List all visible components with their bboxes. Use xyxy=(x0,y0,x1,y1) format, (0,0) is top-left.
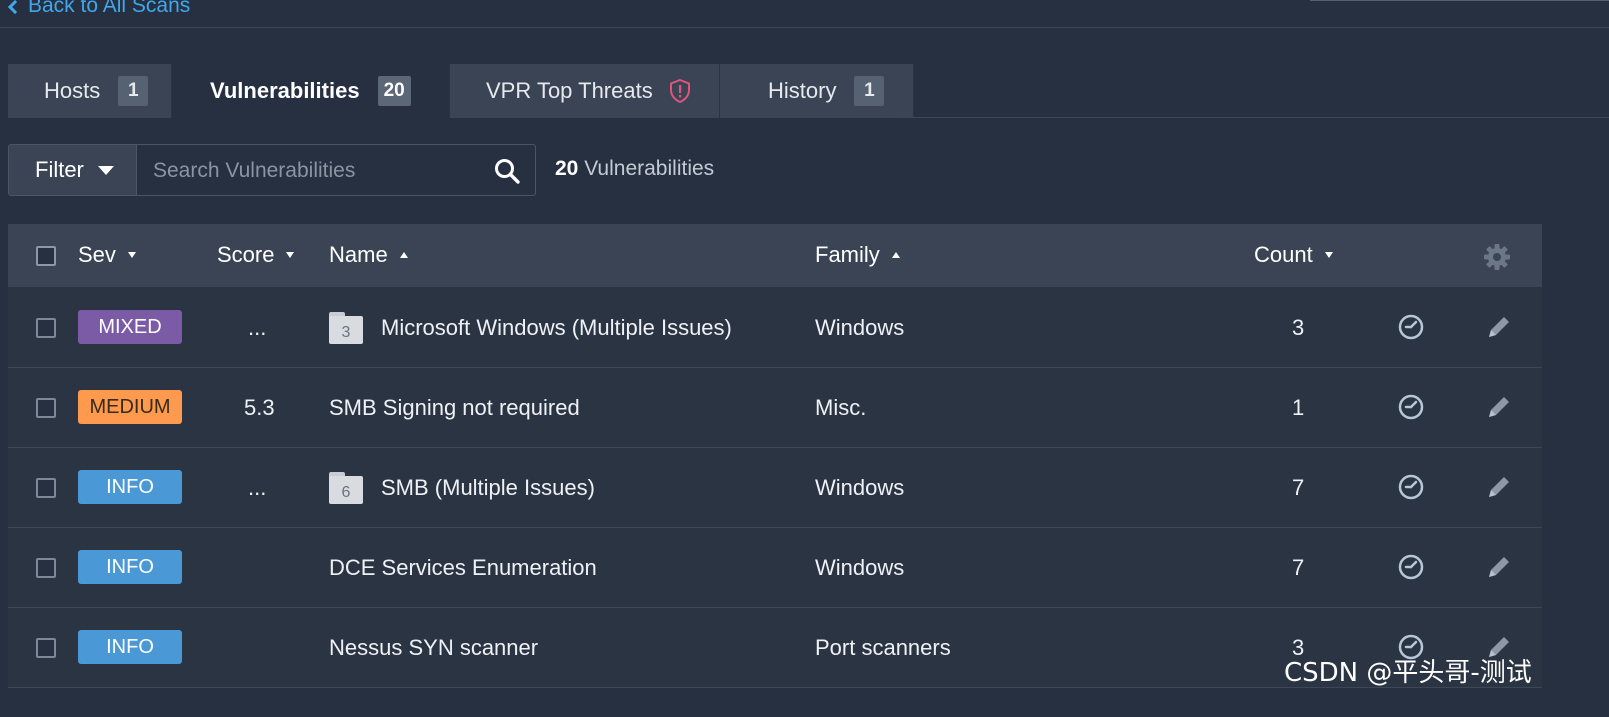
edit-pencil-icon[interactable] xyxy=(1484,392,1514,422)
tab-vulnerabilities[interactable]: Vulnerabilities 20 xyxy=(172,64,450,118)
search-icon[interactable] xyxy=(493,157,521,185)
severity-badge: MIXED xyxy=(78,310,182,344)
tab-label: Vulnerabilities xyxy=(210,78,360,103)
tab-vpr-top-threats[interactable]: VPR Top Threats xyxy=(450,64,720,118)
tab-history[interactable]: History 1 xyxy=(720,64,914,118)
column-label: Name xyxy=(329,242,388,267)
snooze-clock-icon[interactable] xyxy=(1396,312,1426,342)
vulnerability-name: Nessus SYN scanner xyxy=(329,634,539,660)
column-label: Count xyxy=(1254,242,1313,267)
score-cell: 5.3 xyxy=(244,394,275,420)
name-cell: 6 SMB (Multiple Issues) xyxy=(329,448,595,527)
vulnerability-name: SMB Signing not required xyxy=(329,394,580,420)
chevron-left-icon xyxy=(7,0,23,15)
folder-icon: 6 xyxy=(329,471,363,504)
tab-hosts[interactable]: Hosts 1 xyxy=(8,64,172,118)
back-to-scans-link[interactable]: Back to All Scans xyxy=(7,0,191,18)
divider xyxy=(1310,0,1609,1)
name-cell: Nessus SYN scanner xyxy=(329,608,538,687)
count-cell: 1 xyxy=(1292,394,1305,420)
sort-desc-icon xyxy=(1324,252,1333,258)
vulnerability-name: DCE Services Enumeration xyxy=(329,554,597,580)
count-cell: 7 xyxy=(1292,554,1305,580)
family-cell: Windows xyxy=(815,314,905,340)
score-cell: ... xyxy=(248,314,267,340)
edit-pencil-icon[interactable] xyxy=(1484,552,1514,582)
row-checkbox[interactable] xyxy=(36,318,56,338)
result-count-label: Vulnerabilities xyxy=(584,157,715,180)
edit-pencil-icon[interactable] xyxy=(1484,472,1514,502)
tab-label: History xyxy=(768,78,837,103)
vulnerabilities-table: Sev Score Name Family Count MIXED ... 3 … xyxy=(8,224,1542,717)
tab-count-badge: 1 xyxy=(854,76,885,106)
table-row[interactable]: MIXED ... 3 Microsoft Windows (Multiple … xyxy=(8,288,1542,368)
filter-label: Filter xyxy=(35,157,84,182)
row-checkbox[interactable] xyxy=(36,398,56,418)
table-row[interactable]: INFO ... 6 SMB (Multiple Issues) Windows… xyxy=(8,448,1542,528)
count-cell: 3 xyxy=(1292,314,1305,340)
snooze-clock-icon[interactable] xyxy=(1396,552,1426,582)
group-count: 6 xyxy=(329,475,363,504)
name-cell: 3 Microsoft Windows (Multiple Issues) xyxy=(329,288,732,367)
top-bar: Back to All Scans xyxy=(0,0,1609,28)
edit-pencil-icon[interactable] xyxy=(1484,312,1514,342)
shield-alert-icon xyxy=(669,79,690,103)
severity-badge: MEDIUM xyxy=(78,390,182,424)
results-tabs: Hosts 1 Vulnerabilities 20 VPR Top Threa… xyxy=(8,64,914,118)
vulnerability-name: Microsoft Windows (Multiple Issues) xyxy=(381,314,732,340)
family-cell: Windows xyxy=(815,554,905,580)
row-checkbox[interactable] xyxy=(36,638,56,658)
column-header-sev[interactable]: Sev xyxy=(78,242,136,268)
gear-icon[interactable] xyxy=(1482,242,1512,272)
back-link-label: Back to All Scans xyxy=(28,0,191,17)
caret-down-icon xyxy=(97,165,114,175)
score-cell: ... xyxy=(248,474,267,500)
severity-badge: INFO xyxy=(78,550,182,584)
sort-desc-icon xyxy=(286,252,295,258)
tab-label: VPR Top Threats xyxy=(486,78,653,103)
sort-asc-icon xyxy=(399,252,408,258)
column-label: Family xyxy=(815,242,880,267)
column-label: Score xyxy=(217,242,275,267)
result-count-text: 20 Vulnerabilities xyxy=(555,157,714,181)
vulnerability-name: SMB (Multiple Issues) xyxy=(381,474,595,500)
tab-count-badge: 1 xyxy=(118,76,149,106)
group-count: 3 xyxy=(329,315,363,344)
result-count-number: 20 xyxy=(555,157,579,180)
select-all-checkbox[interactable] xyxy=(36,246,56,266)
family-cell: Port scanners xyxy=(815,634,951,660)
column-label: Sev xyxy=(78,242,116,267)
sort-desc-icon xyxy=(127,252,136,258)
table-row[interactable]: MEDIUM 5.3 SMB Signing not required Misc… xyxy=(8,368,1542,448)
column-header-count[interactable]: Count xyxy=(1254,242,1333,268)
severity-badge: INFO xyxy=(78,630,182,664)
filter-dropdown-button[interactable]: Filter xyxy=(8,144,137,196)
family-cell: Windows xyxy=(815,474,905,500)
column-header-family[interactable]: Family xyxy=(815,242,900,268)
search-input[interactable] xyxy=(153,155,473,187)
count-cell: 7 xyxy=(1292,474,1305,500)
row-checkbox[interactable] xyxy=(36,558,56,578)
snooze-clock-icon[interactable] xyxy=(1396,472,1426,502)
table-header: Sev Score Name Family Count xyxy=(8,224,1542,288)
folder-icon: 3 xyxy=(329,311,363,344)
scan-results-view: Back to All Scans Hosts 1 Vulnerabilitie… xyxy=(0,0,1609,717)
name-cell: SMB Signing not required xyxy=(329,368,580,447)
watermark-text: CSDN @平头哥-测试 xyxy=(1284,658,1532,688)
family-cell: Misc. xyxy=(815,394,867,420)
tab-count-badge: 20 xyxy=(377,76,411,106)
severity-badge: INFO xyxy=(78,470,182,504)
search-box xyxy=(137,144,536,196)
tab-label: Hosts xyxy=(44,78,101,103)
name-cell: DCE Services Enumeration xyxy=(329,528,597,607)
sort-asc-icon xyxy=(891,252,900,258)
column-header-score[interactable]: Score xyxy=(217,242,295,268)
table-row[interactable]: INFO DCE Services Enumeration Windows 7 xyxy=(8,528,1542,608)
snooze-clock-icon[interactable] xyxy=(1396,392,1426,422)
column-header-name[interactable]: Name xyxy=(329,242,408,268)
row-checkbox[interactable] xyxy=(36,478,56,498)
divider xyxy=(900,117,1609,118)
